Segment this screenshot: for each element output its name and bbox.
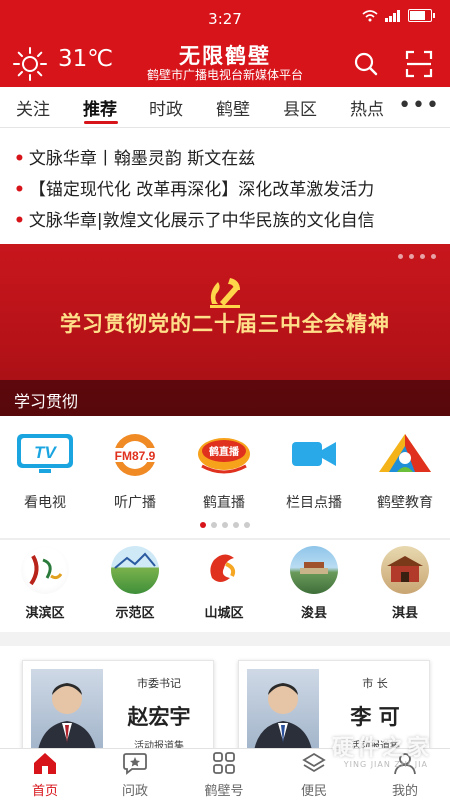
nav-label: 问政 <box>121 784 148 799</box>
leader-card-secretary[interactable]: 市委书记 赵宏宇 活动报道集 <box>22 660 214 757</box>
district-label: 示范区 <box>115 606 155 621</box>
district-demo-zone[interactable]: 示范区 <box>95 546 175 621</box>
home-icon <box>34 753 56 774</box>
district-label: 淇县 <box>391 606 418 621</box>
app-header: 3:27 31℃ 无限鹤壁 鹤壁市广播电视台新媒体平台 <box>0 0 450 87</box>
tab-hebi[interactable]: 鹤壁 <box>216 95 250 120</box>
bullet-icon: • <box>14 180 25 200</box>
battery-level <box>410 11 426 20</box>
watermark: 硬件之家 <box>331 736 432 761</box>
district-logo-icon <box>200 546 248 594</box>
leader-role: 市 长 <box>362 677 388 690</box>
leader-name: 赵宏宇 <box>127 704 191 729</box>
chat-star-icon <box>123 753 147 775</box>
app-subtitle: 鹤壁市广播电视台新媒体平台 <box>146 68 303 82</box>
watermark-subtitle: YING JIAN ZHI JIA <box>343 760 428 769</box>
district-label: 淇滨区 <box>25 606 65 621</box>
tab-county[interactable]: 县区 <box>283 95 317 120</box>
district-label: 山城区 <box>204 606 244 621</box>
service-label: 听广播 <box>114 495 156 511</box>
banner-pager-dots <box>398 254 436 259</box>
headline-item[interactable]: • 【锚定现代化 改革再深化】深化改革激发活力 <box>14 175 450 205</box>
radio-icon-text: FM87.9 <box>115 449 156 463</box>
nav-label: 我的 <box>391 784 418 799</box>
bullet-icon: • <box>14 149 25 169</box>
district-qixian[interactable]: 淇县 <box>365 546 445 621</box>
wifi-icon <box>362 9 378 21</box>
party-emblem-icon <box>210 278 240 308</box>
tv-icon: TV <box>17 434 73 473</box>
tab-follow[interactable]: 关注 <box>16 95 50 120</box>
tab-politics[interactable]: 时政 <box>149 95 183 120</box>
nav-hebi-account[interactable]: 鹤壁号 <box>184 751 264 799</box>
nav-label: 首页 <box>31 784 58 799</box>
live-icon: 鹤直播 <box>198 438 250 474</box>
district-xunxian[interactable]: 浚县 <box>274 546 354 621</box>
district-label: 浚县 <box>300 606 327 621</box>
district-logo-icon <box>21 546 69 594</box>
bullet-icon: • <box>14 211 25 231</box>
service-live[interactable]: 鹤直播 鹤直播 <box>184 432 264 511</box>
banner-caption: 学习贯彻 <box>14 392 79 411</box>
nav-label: 便民 <box>300 784 327 799</box>
leader-role: 市委书记 <box>137 677 181 690</box>
headline-text: 文脉华章丨翰墨灵韵 斯文在兹 <box>28 149 256 169</box>
leader-photo <box>247 669 319 756</box>
service-watch-tv[interactable]: TV 看电视 <box>5 432 85 511</box>
active-tab-indicator <box>84 121 118 124</box>
channel-tabs: 关注 推荐 时政 鹤壁 县区 热点 ••• <box>0 87 450 128</box>
service-education[interactable]: 鹤壁教育 <box>365 432 445 511</box>
district-photo <box>290 546 338 594</box>
headline-text: 【锚定现代化 改革再深化】深化改革激发活力 <box>28 180 375 200</box>
grid-icon <box>213 752 235 774</box>
service-label: 栏目点播 <box>286 495 342 511</box>
section-divider <box>0 632 450 646</box>
service-listen-radio[interactable]: FM87.9 听广播 <box>95 432 175 511</box>
nav-label: 鹤壁号 <box>204 784 244 799</box>
search-icon[interactable] <box>353 51 379 77</box>
education-icon <box>379 434 431 472</box>
service-icon <box>302 752 326 773</box>
leader-photo <box>31 669 103 756</box>
headline-item[interactable]: • 文脉华章|敦煌文化展示了中华民族的文化自信 <box>14 206 450 236</box>
leader-name: 李 可 <box>350 704 400 729</box>
tab-recommend[interactable]: 推荐 <box>83 95 117 120</box>
service-label: 鹤直播 <box>203 495 245 511</box>
divider <box>0 538 450 540</box>
tv-icon-text: TV <box>34 443 57 462</box>
services-pager-dots <box>0 522 450 528</box>
live-icon-text: 鹤直播 <box>208 445 240 458</box>
district-qibin[interactable]: 淇滨区 <box>5 546 85 621</box>
district-photo <box>381 546 429 594</box>
service-vod[interactable]: 栏目点播 <box>274 432 354 511</box>
district-shancheng[interactable]: 山城区 <box>184 546 264 621</box>
tab-hot[interactable]: 热点 <box>350 95 384 120</box>
radio-icon: FM87.9 <box>109 434 161 476</box>
banner-title: 学习贯彻党的二十届三中全会精神 <box>60 312 390 336</box>
district-logo-icon <box>111 546 159 594</box>
service-label: 鹤壁教育 <box>377 495 433 511</box>
nav-ask[interactable]: 问政 <box>95 751 175 799</box>
service-label: 看电视 <box>24 495 66 511</box>
feature-banner[interactable]: 学习贯彻党的二十届三中全会精神 学习贯彻 <box>0 244 450 416</box>
signal-icon <box>385 9 400 22</box>
battery-icon <box>408 9 435 22</box>
scan-icon[interactable] <box>405 50 433 78</box>
headline-item[interactable]: • 文脉华章丨翰墨灵韵 斯文在兹 <box>14 144 450 174</box>
more-tabs-icon[interactable]: ••• <box>398 93 440 118</box>
headline-text: 文脉华章|敦煌文化展示了中华民族的文化自信 <box>28 211 375 231</box>
nav-home[interactable]: 首页 <box>5 751 85 799</box>
status-icons <box>362 9 435 22</box>
video-icon <box>292 442 336 466</box>
